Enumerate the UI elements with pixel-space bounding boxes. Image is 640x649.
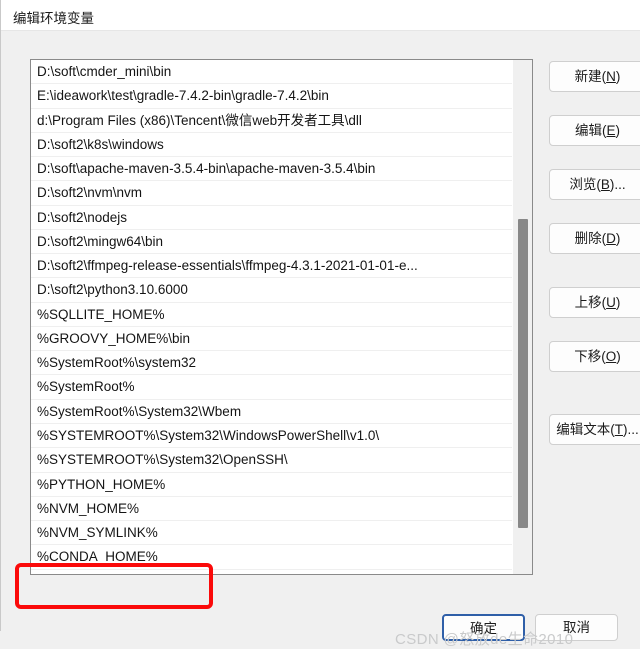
list-item[interactable]: %SystemRoot%\system32 — [31, 351, 512, 376]
title-bar: 编辑环境变量 — [1, 0, 640, 31]
list-item[interactable]: %PYTHON_HOME% — [31, 473, 512, 497]
list-rows-container: D:\soft\cmder_mini\bin E:\ideawork\test\g… — [31, 60, 512, 574]
button-accelerator: O — [605, 349, 617, 364]
edit-environment-variable-window: 编辑环境变量 D:\soft\cmder_mini\bin E:\ideawork… — [0, 0, 640, 648]
list-item[interactable]: D:\soft2\ffmpeg-release-essentials\ffmpe… — [31, 254, 512, 279]
button-label-suffix: ) — [615, 231, 621, 246]
list-item[interactable]: %SystemRoot% — [31, 375, 512, 400]
environment-variable-list[interactable]: D:\soft\cmder_mini\bin E:\ideawork\test\g… — [30, 59, 533, 575]
list-item[interactable]: E:\ideawork\test\gradle-7.4.2-bin\gradle… — [31, 84, 512, 109]
list-item[interactable]: %GROOVY_HOME%\bin — [31, 327, 512, 352]
button-label-prefix: 删除( — [574, 231, 607, 246]
list-item[interactable]: D:\soft2\mingw64\bin — [31, 230, 512, 255]
list-item[interactable]: D:\soft2\k8s\windows — [31, 133, 512, 158]
button-accelerator: U — [606, 295, 616, 310]
browse-button[interactable]: 浏览(B)... — [549, 169, 640, 200]
scrollbar-thumb[interactable] — [518, 219, 528, 528]
button-accelerator: E — [606, 123, 616, 138]
button-accelerator: T — [614, 422, 623, 437]
edit-button[interactable]: 编辑(E) — [549, 115, 640, 146]
button-label-suffix: ) — [616, 349, 621, 364]
move-down-button[interactable]: 下移(O) — [549, 341, 640, 372]
list-item[interactable]: %SYSTEMROOT%\System32\WindowsPowerShell\… — [31, 424, 512, 449]
list-item[interactable]: D:\soft2\python3.10.6000 — [31, 278, 512, 303]
button-accelerator: B — [600, 177, 610, 192]
button-label-suffix: ) — [615, 295, 621, 310]
button-label-prefix: 浏览( — [569, 177, 601, 192]
list-item[interactable] — [31, 570, 512, 574]
dialog-client-area: D:\soft\cmder_mini\bin E:\ideawork\test\g… — [1, 31, 640, 648]
button-label-prefix: 编辑文本( — [556, 422, 615, 437]
list-item[interactable]: %NVM_HOME% — [31, 497, 512, 522]
list-item[interactable]: %NVM_SYMLINK% — [31, 521, 512, 546]
move-up-button[interactable]: 上移(U) — [549, 287, 640, 318]
cancel-button[interactable]: 取消 — [535, 614, 618, 641]
button-accelerator: D — [606, 231, 616, 246]
list-item[interactable]: D:\soft2\nodejs — [31, 206, 512, 230]
button-label-prefix: 新建( — [574, 69, 607, 84]
button-accelerator: N — [606, 69, 616, 84]
list-item[interactable]: %SQLLITE_HOME% — [31, 303, 512, 327]
button-label-prefix: 编辑( — [574, 123, 607, 138]
list-item[interactable]: D:\soft\cmder_mini\bin — [31, 60, 512, 85]
button-label-prefix: 上移( — [574, 295, 607, 310]
button-label-suffix: )... — [609, 177, 626, 192]
new-button[interactable]: 新建(N) — [549, 61, 640, 92]
button-label-suffix: ) — [615, 69, 621, 84]
button-label-suffix: )... — [623, 422, 639, 437]
list-item[interactable]: %CONDA_HOME% — [31, 545, 512, 570]
list-item[interactable]: D:\soft2\nvm\nvm — [31, 181, 512, 206]
list-item[interactable]: %SYSTEMROOT%\System32\OpenSSH\ — [31, 448, 512, 473]
delete-button[interactable]: 删除(D) — [549, 223, 640, 254]
edit-text-button[interactable]: 编辑文本(T)... — [549, 414, 640, 445]
list-item[interactable]: D:\soft\apache-maven-3.5.4-bin\apache-ma… — [31, 157, 512, 182]
ok-button[interactable]: 确定 — [442, 614, 525, 641]
list-vertical-scrollbar[interactable] — [512, 60, 532, 574]
button-label-suffix: ) — [615, 123, 621, 138]
window-title: 编辑环境变量 — [13, 11, 94, 26]
list-item[interactable]: d:\Program Files (x86)\Tencent\微信web开发者工… — [31, 109, 512, 133]
list-item[interactable]: %SystemRoot%\System32\Wbem — [31, 400, 512, 424]
button-label-prefix: 下移( — [574, 349, 606, 364]
